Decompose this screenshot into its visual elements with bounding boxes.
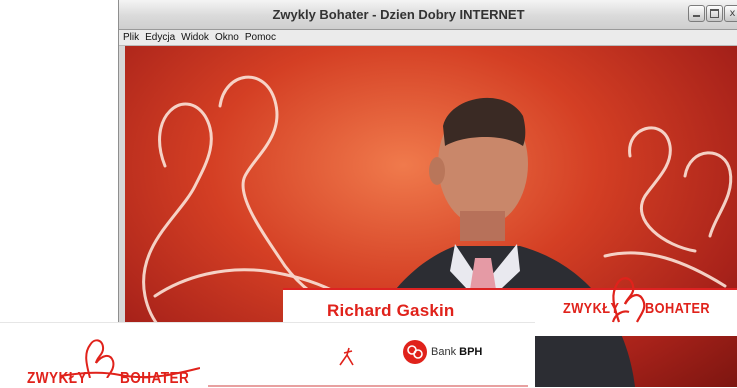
window-title: Zwykly Bohater - Dzien Dobry INTERNET [272,7,525,22]
banner-logo-word2: BOHATER [120,370,190,387]
close-icon: x [729,7,736,19]
show-logo-word1: ZWYKŁY [563,300,620,317]
maximize-button[interactable] [706,5,723,22]
menu-bar: Plik Edycja Widok Okno Pomoc [119,30,737,46]
bank-bph-logo-icon [403,340,427,364]
title-bar[interactable]: Zwykly Bohater - Dzien Dobry INTERNET x [119,0,737,30]
menu-item-edycja[interactable]: Edycja [145,32,175,43]
bank-logo: Bank BPH [402,339,482,365]
show-logo-word2: BOHATER [645,300,711,317]
sponsor-banner: ZWYKŁY BOHATER Bank BPH [0,322,535,388]
bank-prefix: Bank [431,346,457,358]
close-button[interactable]: x [724,5,737,22]
minimize-icon [693,15,700,17]
show-logo: ZWYKŁY BOHATER [553,264,710,329]
banner-runner-icon [339,347,354,366]
menu-item-widok[interactable]: Widok [181,32,209,43]
menu-item-okno[interactable]: Okno [215,32,239,43]
menu-item-pomoc[interactable]: Pomoc [245,32,276,43]
menu-item-plik[interactable]: Plik [123,32,139,43]
bank-name: Bank BPH [431,346,482,358]
minimize-button[interactable] [688,5,705,22]
speaker-name: Richard Gaskin [327,301,455,320]
maximize-icon [710,9,719,18]
bank-brand: BPH [459,346,483,358]
banner-logo-word1: ZWYKŁY [27,370,87,387]
